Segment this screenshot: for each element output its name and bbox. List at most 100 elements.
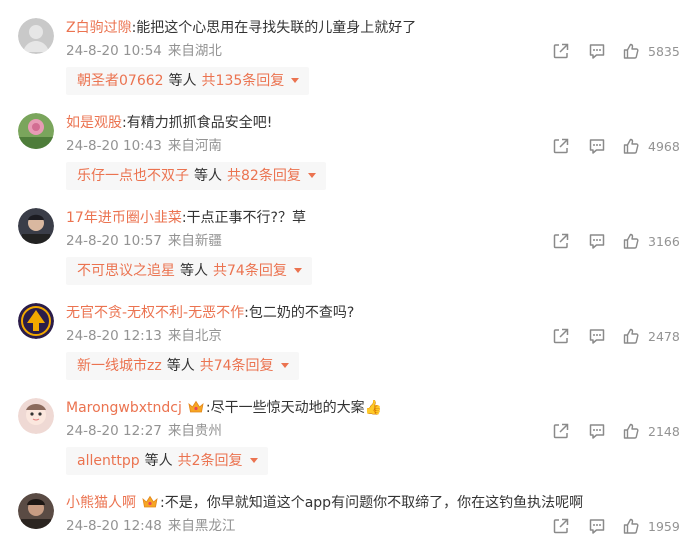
comment-text: :不是，你早就知道这个app有问题你不取缔了，你在这钓鱼执法呢啊 [160, 495, 584, 511]
like-icon[interactable] [622, 422, 640, 440]
reply-username-link[interactable]: 乐仔一点也不双子 [77, 168, 189, 184]
comment-meta: 24-8-20 10:54 来自湖北 [66, 42, 228, 60]
comment-actions: 3166 [552, 232, 680, 250]
crown-badge-icon [188, 400, 204, 414]
caret-down-icon[interactable] [307, 173, 316, 178]
comment-actions: 2148 [552, 422, 680, 440]
reply-count-link[interactable]: 共82条回复 [227, 168, 301, 184]
crown-badge-icon [142, 495, 158, 509]
avatar[interactable] [18, 303, 54, 339]
comment-icon[interactable] [588, 327, 606, 345]
comment-location: 来自北京 [167, 328, 222, 344]
share-icon[interactable] [552, 327, 570, 345]
like-count: 2148 [648, 423, 680, 439]
reply-suffix: 等人 [194, 168, 222, 184]
caret-down-icon[interactable] [293, 268, 302, 273]
comment-actions: 1959 [552, 517, 680, 535]
reply-username-link[interactable]: 不可思议之追星 [77, 263, 175, 279]
reply-suffix: 等人 [144, 453, 173, 469]
comment-text: :干点正事不行?？草 [181, 210, 306, 226]
like-count: 2478 [648, 328, 680, 344]
comment-meta: 24-8-20 12:27 来自贵州 [66, 422, 228, 440]
avatar[interactable] [18, 398, 54, 434]
comment-list: Z白驹过隙:能把这个心思用在寻找失联的儿童身上就好了 24-8-20 10:54… [0, 0, 690, 545]
reply-count-link[interactable]: 共74条回复 [213, 263, 287, 279]
share-icon[interactable] [552, 42, 570, 60]
username-link[interactable]: 无官不贪-无权不利-无恶不作 [66, 305, 244, 321]
share-icon[interactable] [552, 232, 570, 250]
comment-line: 小熊猫人啊 :不是，你早就知道这个app有问题你不取缔了，你在这钓鱼执法呢啊 [66, 493, 583, 513]
avatar[interactable] [18, 208, 54, 244]
comment-location: 来自河南 [167, 138, 222, 154]
comment-time: 24-8-20 12:27 [66, 423, 162, 439]
comment-meta: 24-8-20 10:43 来自河南 [66, 137, 228, 155]
caret-down-icon[interactable] [291, 78, 300, 83]
caret-down-icon[interactable] [249, 458, 258, 463]
reply-summary[interactable]: 乐仔一点也不双子 等人 共82条回复 [66, 162, 326, 190]
like-icon[interactable] [622, 327, 640, 345]
comment-text: :有精力抓抓食品安全吧! [122, 115, 273, 131]
comment-meta: 24-8-20 10:57 来自新疆 [66, 232, 228, 250]
username-link[interactable]: 17年进币圈小韭菜 [66, 210, 182, 226]
reply-suffix: 等人 [168, 73, 197, 89]
comment-actions: 4968 [552, 137, 680, 155]
comment-time: 24-8-20 12:48 [66, 518, 162, 534]
like-count: 3166 [648, 233, 680, 249]
reply-count-link[interactable]: 共74条回复 [200, 358, 274, 374]
reply-summary[interactable]: 不可思议之追星 等人 共74条回复 [66, 257, 312, 285]
comment-time: 24-8-20 12:13 [66, 328, 162, 344]
comment-icon[interactable] [588, 422, 606, 440]
share-icon[interactable] [552, 137, 570, 155]
like-icon[interactable] [622, 517, 640, 535]
comment-icon[interactable] [588, 232, 606, 250]
reply-summary[interactable]: allenttpp 等人 共2条回复 [66, 447, 268, 475]
comment-location: 来自贵州 [167, 423, 222, 439]
reply-username-link[interactable]: allenttpp [77, 453, 140, 469]
like-count: 4968 [648, 138, 680, 154]
reply-username-link[interactable]: 朝圣者07662 [77, 73, 164, 89]
share-icon[interactable] [552, 517, 570, 535]
comment-meta: 24-8-20 12:48 来自黑龙江 [66, 517, 241, 535]
comment-text: :尽干一些惊天动地的大案👍 [205, 400, 383, 416]
comment-icon[interactable] [588, 137, 606, 155]
comment-actions: 5835 [552, 42, 680, 60]
comment-line: Marongwbxtndcj :尽干一些惊天动地的大案👍 [66, 398, 382, 418]
username-link[interactable]: 小熊猫人啊 [66, 495, 136, 511]
comment-location: 来自湖北 [167, 43, 222, 59]
reply-summary[interactable]: 朝圣者07662 等人 共135条回复 [66, 67, 310, 95]
username-link[interactable]: Marongwbxtndcj [66, 400, 182, 416]
like-icon[interactable] [622, 42, 640, 60]
avatar[interactable] [18, 493, 54, 529]
comment-time: 24-8-20 10:57 [66, 233, 162, 249]
like-count: 5835 [648, 43, 680, 59]
share-icon[interactable] [552, 422, 570, 440]
reply-suffix: 等人 [166, 358, 195, 374]
comment-text: :能把这个心思用在寻找失联的儿童身上就好了 [131, 20, 417, 36]
reply-count-link[interactable]: 共135条回复 [202, 73, 285, 89]
reply-summary[interactable]: 新一线城市zz 等人 共74条回复 [66, 352, 299, 380]
comment-time: 24-8-20 10:54 [66, 43, 162, 59]
like-icon[interactable] [622, 137, 640, 155]
comment-icon[interactable] [588, 42, 606, 60]
comment-meta: 24-8-20 12:13 来自北京 [66, 327, 228, 345]
comment-location: 来自黑龙江 [167, 518, 236, 534]
reply-suffix: 等人 [180, 263, 208, 279]
comment-line: 17年进币圈小韭菜:干点正事不行?？草 [66, 208, 306, 228]
comment-actions: 2478 [552, 327, 680, 345]
username-link[interactable]: Z白驹过隙 [66, 20, 132, 36]
caret-down-icon[interactable] [280, 363, 289, 368]
comment-location: 来自新疆 [167, 233, 222, 249]
comment-icon[interactable] [588, 517, 606, 535]
reply-username-link[interactable]: 新一线城市zz [77, 358, 162, 374]
username-link[interactable]: 如是观股 [66, 115, 122, 131]
avatar[interactable] [18, 18, 54, 54]
like-count: 1959 [648, 518, 680, 534]
avatar[interactable] [18, 113, 54, 149]
reply-count-link[interactable]: 共2条回复 [178, 453, 243, 469]
comment-line: 如是观股:有精力抓抓食品安全吧! [66, 113, 272, 133]
comment-line: Z白驹过隙:能把这个心思用在寻找失联的儿童身上就好了 [66, 18, 416, 38]
comment-line: 无官不贪-无权不利-无恶不作:包二奶的不查吗? [66, 303, 354, 323]
like-icon[interactable] [622, 232, 640, 250]
comment-time: 24-8-20 10:43 [66, 138, 162, 154]
comment-text: :包二奶的不查吗? [244, 305, 355, 321]
